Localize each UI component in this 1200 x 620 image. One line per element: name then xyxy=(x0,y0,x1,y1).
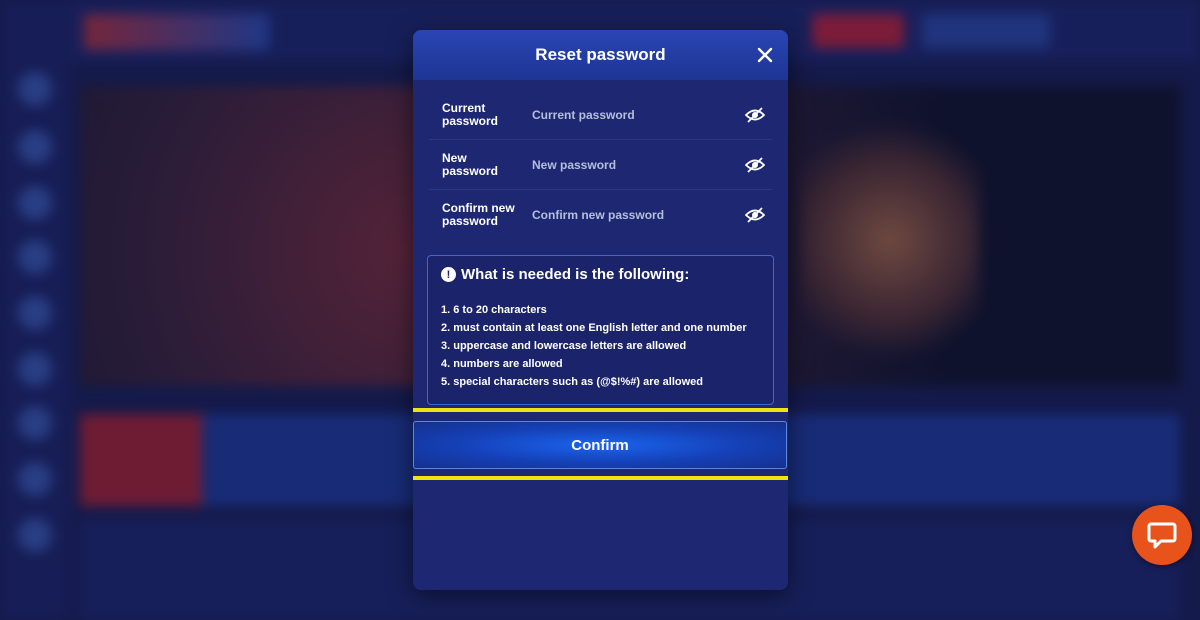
confirm-password-row: Confirm new password xyxy=(429,190,772,240)
eye-slash-icon[interactable] xyxy=(744,204,766,226)
info-icon: ! xyxy=(441,267,456,282)
confirm-password-label: Confirm new password xyxy=(442,201,515,228)
requirements-title-text: What is needed is the following: xyxy=(461,266,690,283)
sidebar-icon xyxy=(18,462,52,496)
password-requirements: ! What is needed is the following: 1. 6 … xyxy=(427,255,774,405)
sidebar-icon xyxy=(18,518,52,552)
modal-header: Reset password xyxy=(413,30,788,80)
background-sidebar xyxy=(0,0,70,620)
background-logo xyxy=(84,14,269,50)
requirement-item: 4. numbers are allowed xyxy=(441,358,563,370)
confirm-button[interactable]: Confirm xyxy=(413,421,787,469)
requirements-title: ! What is needed is the following: xyxy=(441,266,760,283)
requirement-item: 3. uppercase and lowercase letters are a… xyxy=(441,340,687,352)
requirement-item: 5. special characters such as (@$!%#) ar… xyxy=(441,376,704,388)
sidebar-icon xyxy=(18,240,52,274)
new-password-label: New password xyxy=(442,150,499,178)
background-blue-button xyxy=(922,14,1050,48)
reset-password-modal: Reset password Current password New pass… xyxy=(413,30,788,590)
background-banner-figure xyxy=(800,110,980,370)
modal-title: Reset password xyxy=(535,45,666,64)
requirements-list: 1. 6 to 20 characters 2. must contain at… xyxy=(441,301,760,391)
sidebar-icon xyxy=(18,296,52,330)
eye-slash-icon[interactable] xyxy=(744,104,766,126)
sidebar-icon xyxy=(18,72,52,106)
eye-slash-icon[interactable] xyxy=(744,154,766,176)
sidebar-icon xyxy=(18,406,52,440)
requirement-item: 2. must contain at least one English let… xyxy=(441,322,747,334)
sidebar-icon xyxy=(18,130,52,164)
sidebar-icon xyxy=(18,352,52,386)
confirm-highlight: Confirm xyxy=(413,408,788,480)
background-red-button xyxy=(812,14,904,48)
background-category-active xyxy=(80,414,202,506)
current-password-input[interactable] xyxy=(519,99,744,130)
new-password-row: New password xyxy=(429,140,772,190)
confirm-password-input[interactable] xyxy=(519,200,744,230)
current-password-label: Current password xyxy=(442,100,499,128)
current-password-row: Current password xyxy=(429,90,772,140)
new-password-input[interactable] xyxy=(519,149,744,180)
password-form: Current password New password Confirm ne… xyxy=(413,80,788,240)
close-icon[interactable] xyxy=(754,44,776,66)
chat-icon[interactable] xyxy=(1132,505,1192,565)
requirement-item: 1. 6 to 20 characters xyxy=(441,304,547,316)
sidebar-icon xyxy=(18,186,52,220)
